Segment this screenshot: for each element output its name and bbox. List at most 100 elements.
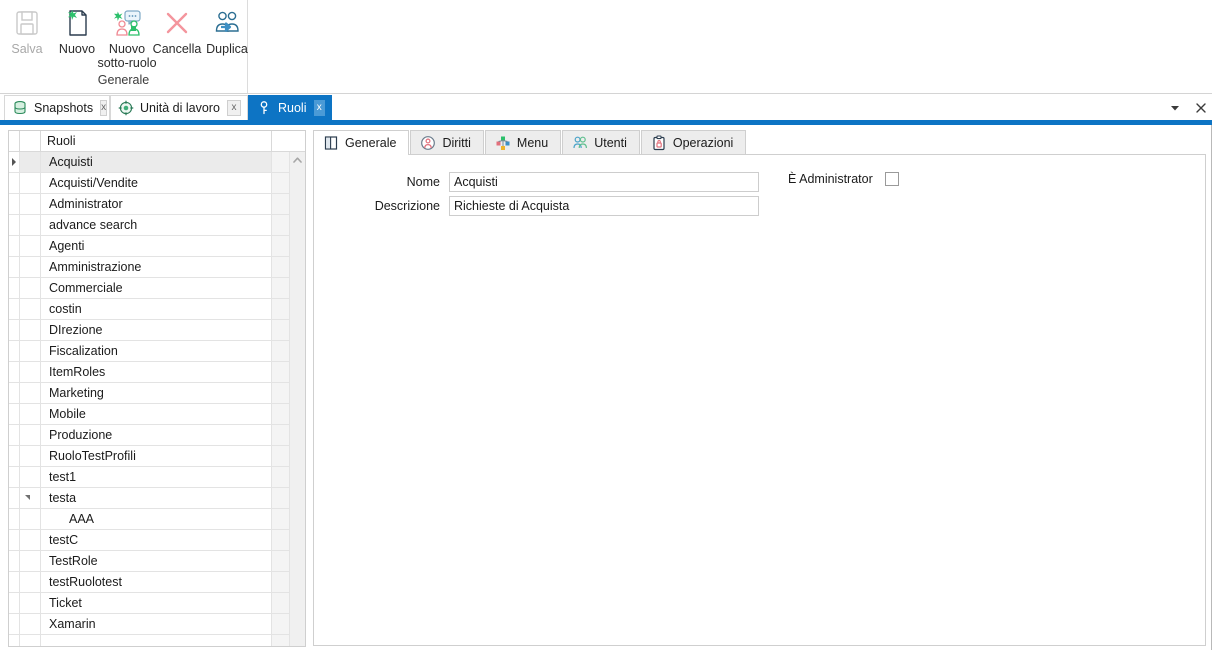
row-expander-cell[interactable]: [20, 362, 41, 382]
table-row[interactable]: Marketing: [9, 383, 305, 404]
document-tab-ruoli[interactable]: Ruoli x: [248, 95, 332, 120]
row-expander-cell[interactable]: [20, 194, 41, 214]
row-expander-cell[interactable]: [20, 278, 41, 298]
table-row[interactable]: advance search: [9, 215, 305, 236]
row-indicator-cell: [9, 215, 20, 235]
table-row[interactable]: Administrator: [9, 194, 305, 215]
duplicate-button[interactable]: Duplica: [202, 4, 252, 56]
nome-label: Nome: [406, 175, 440, 189]
row-expander-cell[interactable]: [20, 614, 41, 634]
row-indicator-cell: [9, 257, 20, 277]
ribbon-group-label: Generale: [97, 73, 150, 87]
row-expander-cell[interactable]: [20, 341, 41, 361]
row-expander-cell[interactable]: [20, 551, 41, 571]
row-expander-cell[interactable]: [20, 404, 41, 424]
row-expander-cell[interactable]: [20, 530, 41, 550]
field-row-e-administrator: È Administrator: [788, 172, 899, 186]
row-label: advance search: [41, 215, 272, 235]
table-row[interactable]: Agenti: [9, 236, 305, 257]
row-indicator-cell: [9, 509, 20, 529]
new-subrole-button[interactable]: Nuovo sotto-ruolo: [97, 4, 157, 70]
table-row[interactable]: testRuolotest: [9, 572, 305, 593]
row-label: RuoloTestProfili: [41, 446, 272, 466]
roles-grid-panel: Ruoli Acquisti Acquisti/Vendite Administra…: [8, 130, 306, 647]
table-row[interactable]: Produzione: [9, 425, 305, 446]
row-indicator-cell: [9, 362, 20, 382]
scroll-up-icon[interactable]: [290, 152, 305, 168]
tab-label: Utenti: [594, 136, 627, 150]
row-expander-cell[interactable]: [20, 446, 41, 466]
delete-button[interactable]: Cancella: [152, 4, 202, 56]
row-expander-cell[interactable]: [20, 509, 41, 529]
table-row[interactable]: Fiscalization: [9, 341, 305, 362]
table-row[interactable]: Ticket: [9, 593, 305, 614]
row-expander-cell[interactable]: [20, 299, 41, 319]
row-label: Agenti: [41, 236, 272, 256]
row-indicator-cell: [9, 320, 20, 340]
row-expander-cell[interactable]: [20, 236, 41, 256]
document-tab-snapshots[interactable]: Snapshots x: [4, 95, 110, 120]
table-row[interactable]: TestRole: [9, 551, 305, 572]
field-row-descrizione: Descrizione: [344, 196, 759, 216]
document-tab-label: Snapshots: [34, 101, 94, 115]
tab-generale[interactable]: Generale: [313, 130, 410, 155]
row-indicator-cell: [9, 236, 20, 256]
row-expander-cell[interactable]: [20, 572, 41, 592]
table-row[interactable]: Mobile: [9, 404, 305, 425]
e-administrator-checkbox[interactable]: [884, 172, 899, 186]
table-row[interactable]: testa: [9, 488, 305, 509]
document-tab-strip: Snapshots x Unità di lavoro x Ruoli x: [0, 95, 1212, 120]
table-row[interactable]: testC: [9, 530, 305, 551]
current-row-caret-icon: [12, 158, 16, 166]
save-button[interactable]: Salva: [2, 4, 52, 56]
tab-label: Diritti: [442, 136, 471, 150]
row-expander-cell[interactable]: [20, 383, 41, 403]
grid-header-ruoli[interactable]: Ruoli: [41, 131, 272, 151]
table-row[interactable]: test1: [9, 467, 305, 488]
nome-input[interactable]: [449, 172, 759, 192]
document-tab-close-icon[interactable]: x: [313, 100, 325, 116]
new-subrole-icon: [111, 7, 143, 39]
roles-grid-scrollbar[interactable]: [289, 152, 305, 646]
new-document-icon: [61, 7, 93, 39]
tab-diritti[interactable]: Diritti: [410, 130, 484, 155]
tab-operazioni[interactable]: Operazioni: [640, 130, 747, 155]
close-icon[interactable]: [1194, 101, 1208, 115]
row-indicator-cell: [9, 383, 20, 403]
document-tab-close-icon[interactable]: x: [226, 100, 241, 116]
row-expander-cell[interactable]: [20, 152, 41, 172]
table-row[interactable]: AAA: [9, 509, 305, 530]
row-indicator-cell: [9, 446, 20, 466]
row-expander-cell[interactable]: [20, 488, 41, 508]
chevron-down-icon[interactable]: [1168, 101, 1182, 115]
document-tab-unita-di-lavoro[interactable]: Unità di lavoro x: [110, 95, 248, 120]
descrizione-input[interactable]: [449, 196, 759, 216]
table-row[interactable]: DIrezione: [9, 320, 305, 341]
table-row[interactable]: Acquisti/Vendite: [9, 173, 305, 194]
tab-utenti[interactable]: Utenti: [562, 130, 640, 155]
row-expander-cell[interactable]: [20, 173, 41, 193]
table-row[interactable]: ItemRoles: [9, 362, 305, 383]
table-row[interactable]: RuoloTestProfili: [9, 446, 305, 467]
table-row[interactable]: Commerciale: [9, 278, 305, 299]
row-label: testC: [41, 530, 272, 550]
expander-collapse-icon[interactable]: [25, 495, 30, 500]
ribbon-group-generale: Salva Nuovo Nuovo sotto-ruolo Cancella D…: [0, 0, 248, 93]
tab-menu[interactable]: Menu: [484, 130, 562, 155]
row-expander-cell[interactable]: [20, 257, 41, 277]
row-expander-cell[interactable]: [20, 215, 41, 235]
row-expander-cell[interactable]: [20, 467, 41, 487]
delete-x-icon: [161, 7, 193, 39]
table-row[interactable]: Acquisti: [9, 152, 305, 173]
row-label: [41, 635, 272, 646]
grid-header-filler-cell: [272, 131, 304, 151]
table-row[interactable]: Amministrazione: [9, 257, 305, 278]
table-row[interactable]: Xamarin: [9, 614, 305, 635]
row-expander-cell[interactable]: [20, 320, 41, 340]
document-tab-close-icon[interactable]: x: [100, 100, 108, 116]
tab-label: Menu: [516, 136, 549, 150]
row-expander-cell[interactable]: [20, 593, 41, 613]
row-expander-cell[interactable]: [20, 425, 41, 445]
table-row[interactable]: costin: [9, 299, 305, 320]
role-detail-panel: Generale Diritti Menu Utenti Operazioni …: [313, 130, 1206, 647]
